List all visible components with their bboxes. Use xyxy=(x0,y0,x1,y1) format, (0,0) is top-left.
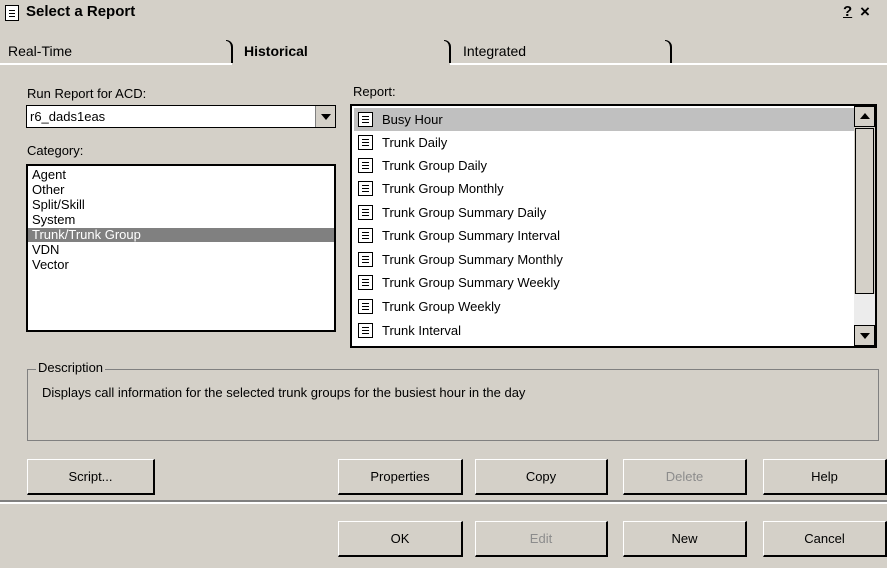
description-legend: Description xyxy=(36,360,106,375)
scroll-thumb[interactable] xyxy=(855,128,874,294)
report-icon xyxy=(358,299,373,314)
category-item-agent[interactable]: Agent xyxy=(28,168,334,182)
acd-value: r6_dads1eas xyxy=(30,109,106,124)
category-item-vdn[interactable]: VDN xyxy=(28,243,334,257)
help-icon[interactable]: ? xyxy=(843,3,852,20)
report-item-trunk-group-daily[interactable]: Trunk Group Daily xyxy=(354,154,854,177)
tab-real-time[interactable]: Real-Time xyxy=(0,40,234,64)
report-icon xyxy=(358,205,373,220)
ok-button[interactable]: OK xyxy=(338,521,463,557)
report-item-label: Trunk Group Monthly xyxy=(382,181,504,196)
report-icon xyxy=(358,112,373,127)
active-tab-bridge xyxy=(232,63,450,65)
edit-button[interactable]: Edit xyxy=(475,521,608,557)
tab-divider xyxy=(665,40,672,64)
report-item-trunk-daily[interactable]: Trunk Daily xyxy=(354,131,854,154)
cancel-button[interactable]: Cancel xyxy=(763,521,887,557)
report-item-trunk-group-summary-daily[interactable]: Trunk Group Summary Daily xyxy=(354,201,854,224)
report-item-trunk-interval[interactable]: Trunk Interval xyxy=(354,319,854,342)
report-item-trunk-group-summary-monthly[interactable]: Trunk Group Summary Monthly xyxy=(354,248,854,271)
close-icon[interactable]: × xyxy=(860,2,870,22)
tab-integrated[interactable]: Integrated xyxy=(449,40,673,64)
category-list[interactable]: Agent Other Split/Skill System Trunk/Tru… xyxy=(26,164,336,332)
category-item-other[interactable]: Other xyxy=(28,183,334,197)
report-icon xyxy=(358,323,373,338)
report-icon xyxy=(358,252,373,267)
separator-highlight xyxy=(0,502,887,504)
report-item-label: Busy Hour xyxy=(382,112,443,127)
report-icon xyxy=(358,228,373,243)
tab-integrated-label: Integrated xyxy=(463,43,527,59)
category-item-system[interactable]: System xyxy=(28,213,334,227)
scroll-down-icon[interactable] xyxy=(854,325,875,346)
tab-real-time-label: Real-Time xyxy=(8,43,73,59)
report-icon xyxy=(358,275,373,290)
select-report-dialog: Select a Report ? × Real-Time Historical… xyxy=(0,0,887,568)
report-item-trunk-group-summary-weekly[interactable]: Trunk Group Summary Weekly xyxy=(354,271,854,294)
report-icon xyxy=(358,181,373,196)
tab-historical-label: Historical xyxy=(244,43,308,59)
report-item-trunk-group-weekly[interactable]: Trunk Group Weekly xyxy=(354,295,854,318)
report-list[interactable]: Busy Hour Trunk Daily Trunk Group Daily … xyxy=(350,104,877,348)
description-group xyxy=(27,369,879,441)
category-item-split-skill[interactable]: Split/Skill xyxy=(28,198,334,212)
script-button[interactable]: Script... xyxy=(27,459,155,495)
window-title: Select a Report xyxy=(26,3,136,20)
acd-label: Run Report for ACD: xyxy=(27,86,147,101)
scroll-track[interactable] xyxy=(854,294,875,325)
report-item-label: Trunk Group Summary Interval xyxy=(382,228,560,243)
new-button[interactable]: New xyxy=(623,521,747,557)
report-scrollbar[interactable] xyxy=(854,106,875,346)
report-item-label: Trunk Daily xyxy=(382,135,448,150)
report-icon xyxy=(358,135,373,150)
chevron-down-icon[interactable] xyxy=(315,106,335,127)
description-text: Displays call information for the select… xyxy=(42,385,526,400)
report-item-busy-hour[interactable]: Busy Hour xyxy=(354,108,854,131)
report-item-trunk-group-monthly[interactable]: Trunk Group Monthly xyxy=(354,177,854,200)
copy-button[interactable]: Copy xyxy=(475,459,608,495)
category-item-trunk-group[interactable]: Trunk/Trunk Group xyxy=(28,228,334,242)
report-item-label: Trunk Group Summary Daily xyxy=(382,205,547,220)
report-item-trunk-group-summary-interval[interactable]: Trunk Group Summary Interval xyxy=(354,224,854,247)
report-item-label: Trunk Group Summary Weekly xyxy=(382,275,560,290)
report-item-label: Trunk Group Weekly xyxy=(382,299,501,314)
report-icon xyxy=(358,158,373,173)
properties-button[interactable]: Properties xyxy=(338,459,463,495)
category-label: Category: xyxy=(27,143,84,158)
report-item-label: Trunk Group Summary Monthly xyxy=(382,252,563,267)
delete-button[interactable]: Delete xyxy=(623,459,747,495)
scroll-up-icon[interactable] xyxy=(854,106,875,127)
help-button[interactable]: Help xyxy=(763,459,887,495)
report-label: Report: xyxy=(353,84,396,99)
acd-dropdown[interactable]: r6_dads1eas xyxy=(26,105,336,128)
report-icon xyxy=(5,5,19,21)
tab-historical[interactable]: Historical xyxy=(230,40,452,64)
category-item-vector[interactable]: Vector xyxy=(28,258,334,272)
title-bar: Select a Report ? × xyxy=(0,0,887,24)
report-item-label: Trunk Group Daily xyxy=(382,158,487,173)
report-item-label: Trunk Interval xyxy=(382,323,461,338)
tab-strip: Real-Time Historical Integrated xyxy=(0,24,887,64)
